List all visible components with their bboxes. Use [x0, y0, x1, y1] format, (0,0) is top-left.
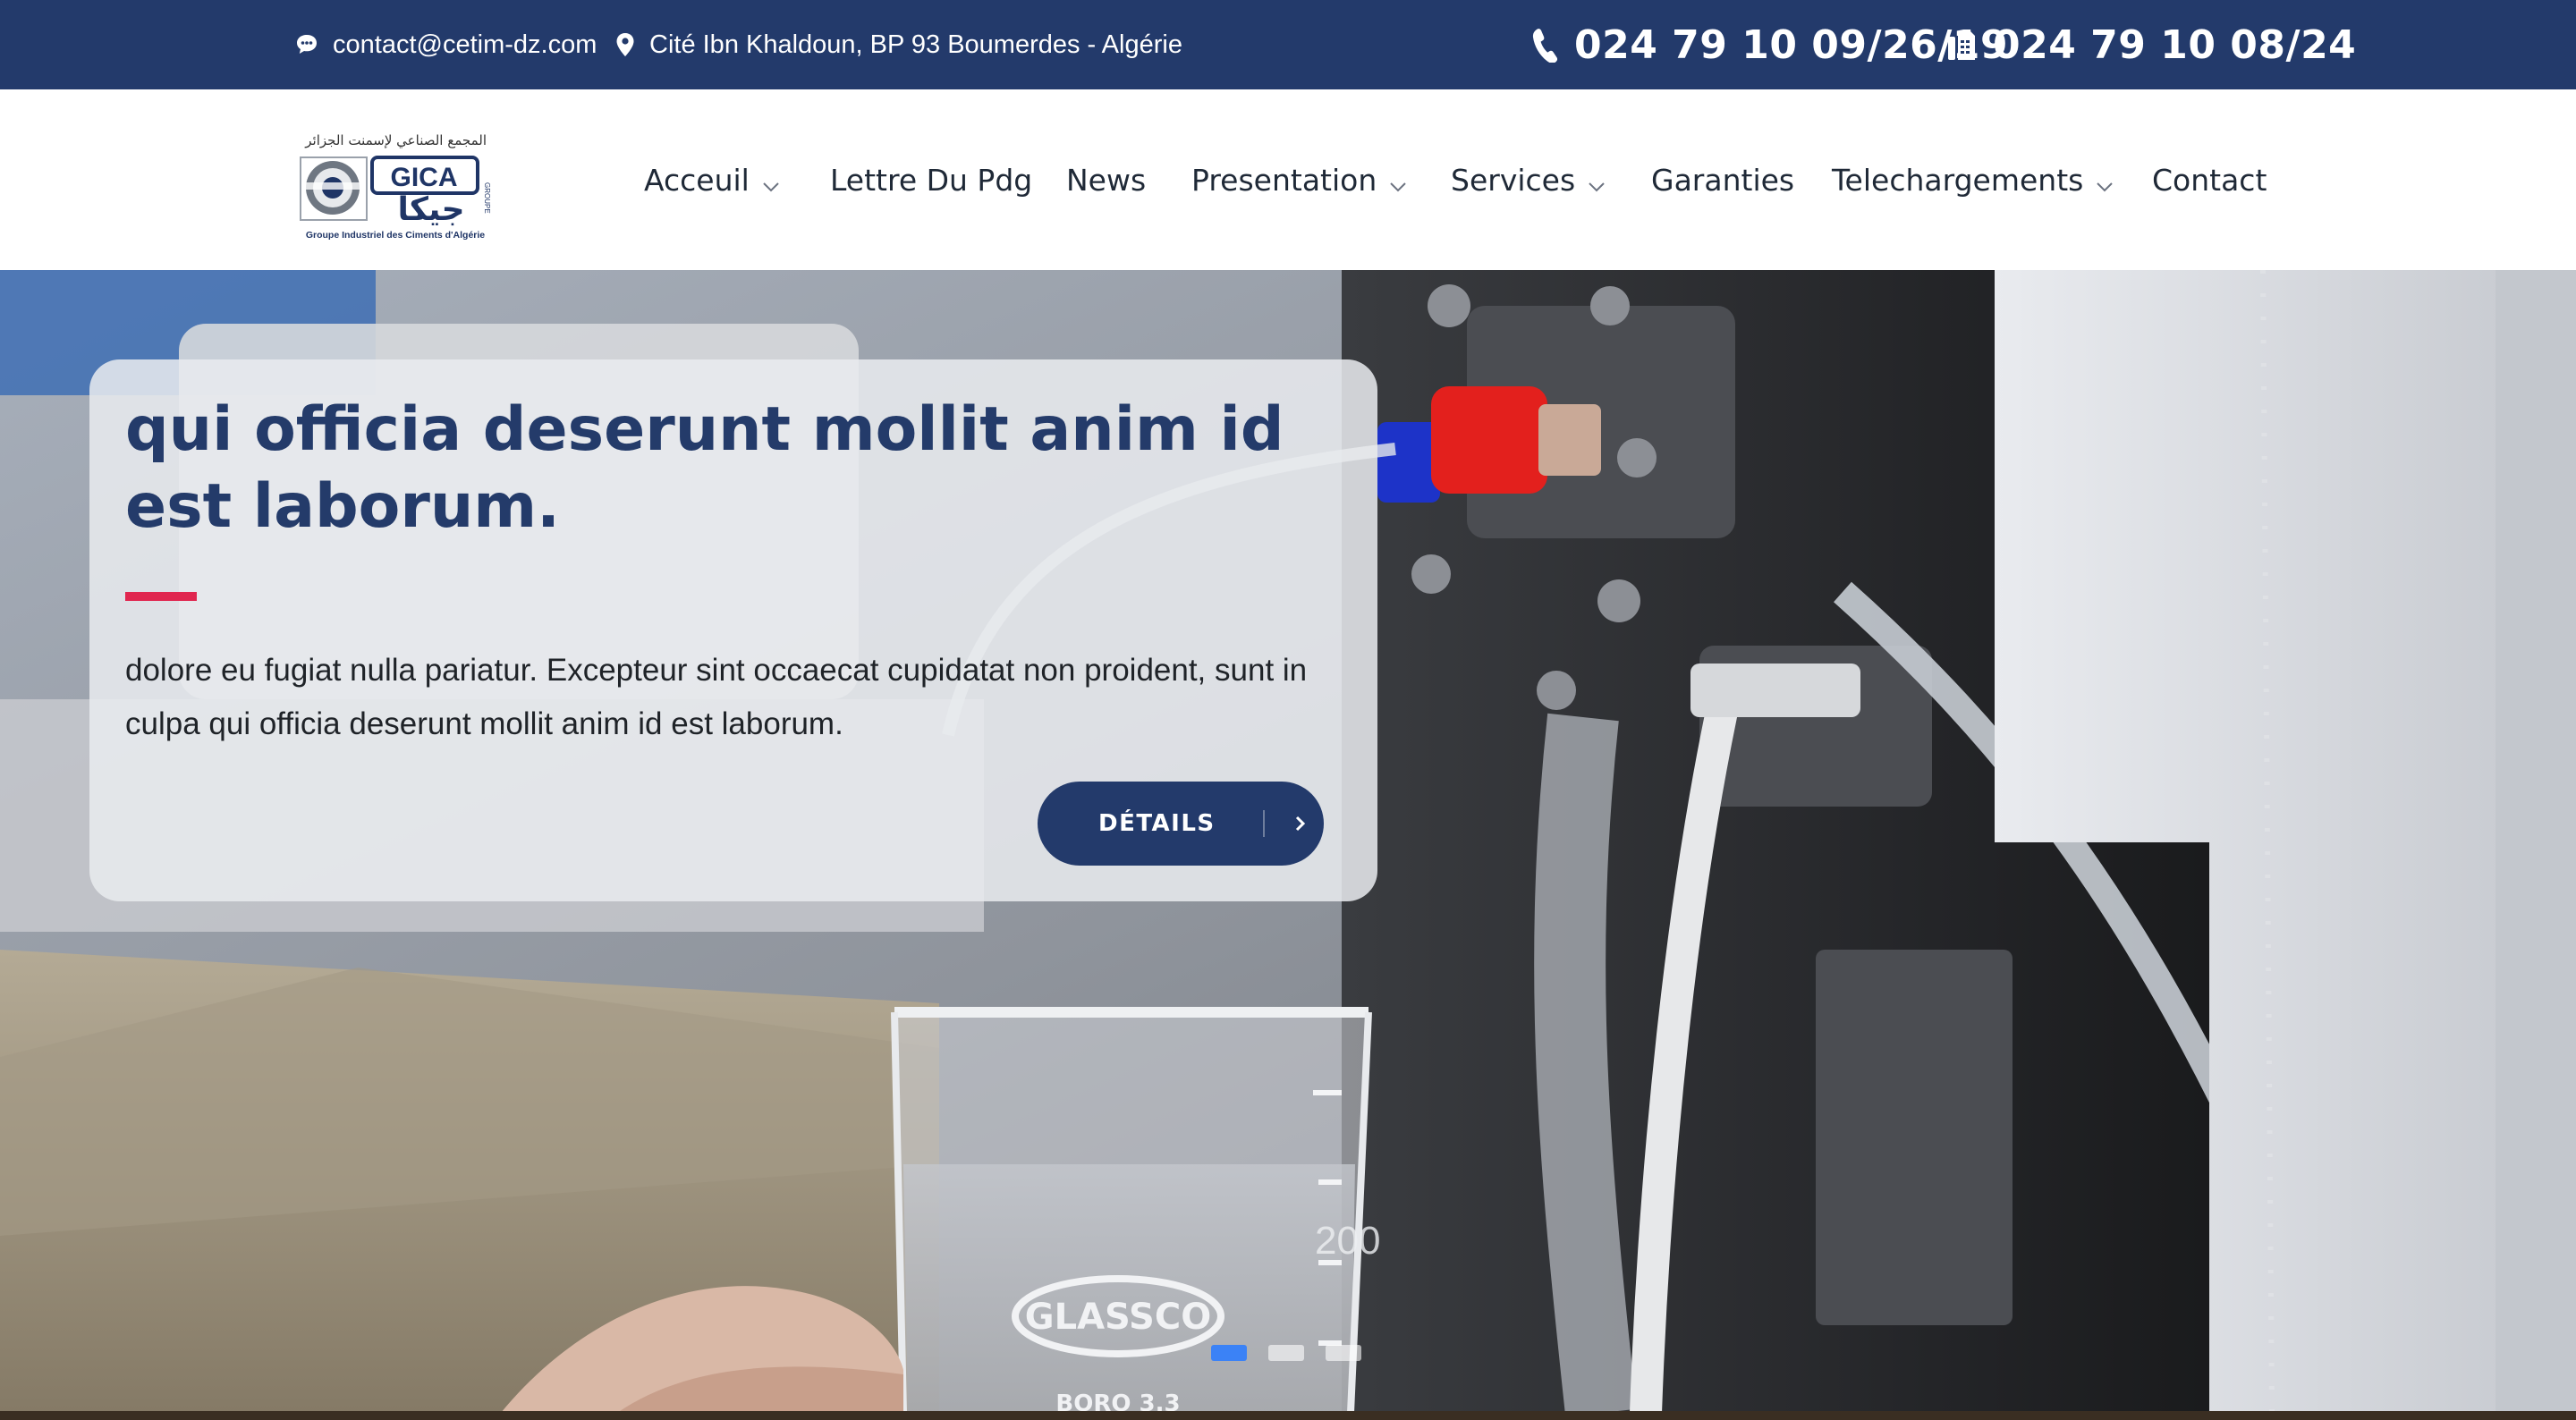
slider-dot-2[interactable]	[1268, 1345, 1304, 1361]
contact-phone[interactable]: 024 79 10 09/26/19	[1531, 0, 2008, 89]
phone-icon	[1531, 27, 1560, 63]
chevron-down-icon	[762, 165, 780, 199]
nav-label[interactable]: Presentation	[1191, 163, 1377, 198]
slider-dot-3[interactable]	[1326, 1345, 1361, 1361]
chevron-down-icon	[2096, 165, 2114, 199]
slider-dot-1[interactable]	[1211, 1345, 1247, 1361]
chevron-down-icon	[1588, 165, 1606, 199]
chat-icon	[295, 33, 318, 56]
phone-text[interactable]: 024 79 10 09/26/19	[1574, 22, 2008, 68]
beaker-brand: GLASSCO	[1025, 1297, 1211, 1338]
nav-label[interactable]: News	[1066, 163, 1146, 198]
hero-slider: 200 GLASSCO BORO 3.3 qui officia deserun…	[0, 270, 2576, 1413]
nav-item-presentation[interactable]: Presentation	[1191, 89, 1407, 270]
top-contact-bar: contact@cetim-dz.com Cité Ibn Khaldoun, …	[0, 0, 2576, 89]
nav-item-news[interactable]: News	[1066, 89, 1146, 270]
nav-item-telechargements[interactable]: Telechargements	[1832, 89, 2114, 270]
hero-caption-card: qui officia deserunt mollit anim id est …	[89, 359, 1377, 901]
contact-address: Cité Ibn Khaldoun, BP 93 Boumerdes - Alg…	[615, 0, 1182, 89]
next-section-edge	[0, 1411, 2576, 1420]
nav-label[interactable]: Garanties	[1651, 163, 1794, 198]
beaker-material: BORO 3.3	[1055, 1390, 1180, 1413]
chevron-down-icon	[1389, 165, 1407, 199]
details-button[interactable]: DÉTAILS	[1038, 782, 1324, 866]
nav-item-services[interactable]: Services	[1451, 89, 1606, 270]
hero-title: qui officia deserunt mollit anim id est …	[125, 394, 1284, 542]
nav-label[interactable]: Lettre Du Pdg	[830, 163, 1032, 198]
details-button-label[interactable]: DÉTAILS	[1098, 810, 1216, 837]
main-navigation: Acceuil Lettre Du Pdg News Presentation …	[0, 89, 2576, 270]
nav-label[interactable]: Contact	[2152, 163, 2267, 198]
button-separator	[1263, 810, 1265, 837]
nav-item-garanties[interactable]: Garanties	[1651, 89, 1794, 270]
nav-item-lettre-du-pdg[interactable]: Lettre Du Pdg	[830, 89, 1032, 270]
main-header: المجمع الصناعي لإسمنت الجزائر GICA جيكا …	[0, 89, 2576, 270]
email-text[interactable]: contact@cetim-dz.com	[333, 30, 597, 60]
contact-email[interactable]: contact@cetim-dz.com	[295, 0, 597, 89]
map-pin-icon	[615, 32, 635, 57]
contact-fax: 024 79 10 08/24	[1946, 0, 2356, 89]
nav-label[interactable]: Services	[1451, 163, 1575, 198]
fax-icon	[1946, 28, 1979, 62]
nav-label[interactable]: Telechargements	[1832, 163, 2083, 198]
nav-item-contact[interactable]: Contact	[2152, 89, 2267, 270]
slider-pagination	[1211, 1345, 1361, 1361]
hero-description: dolore eu fugiat nulla pariatur. Excepte…	[125, 653, 1308, 741]
svg-text:200: 200	[1315, 1219, 1380, 1263]
accent-divider	[125, 592, 197, 601]
fax-text: 024 79 10 08/24	[1993, 21, 2357, 68]
chevron-right-icon	[1293, 812, 1308, 840]
nav-item-acceuil[interactable]: Acceuil	[644, 89, 780, 270]
nav-label[interactable]: Acceuil	[644, 163, 750, 198]
address-text: Cité Ibn Khaldoun, BP 93 Boumerdes - Alg…	[649, 30, 1182, 59]
